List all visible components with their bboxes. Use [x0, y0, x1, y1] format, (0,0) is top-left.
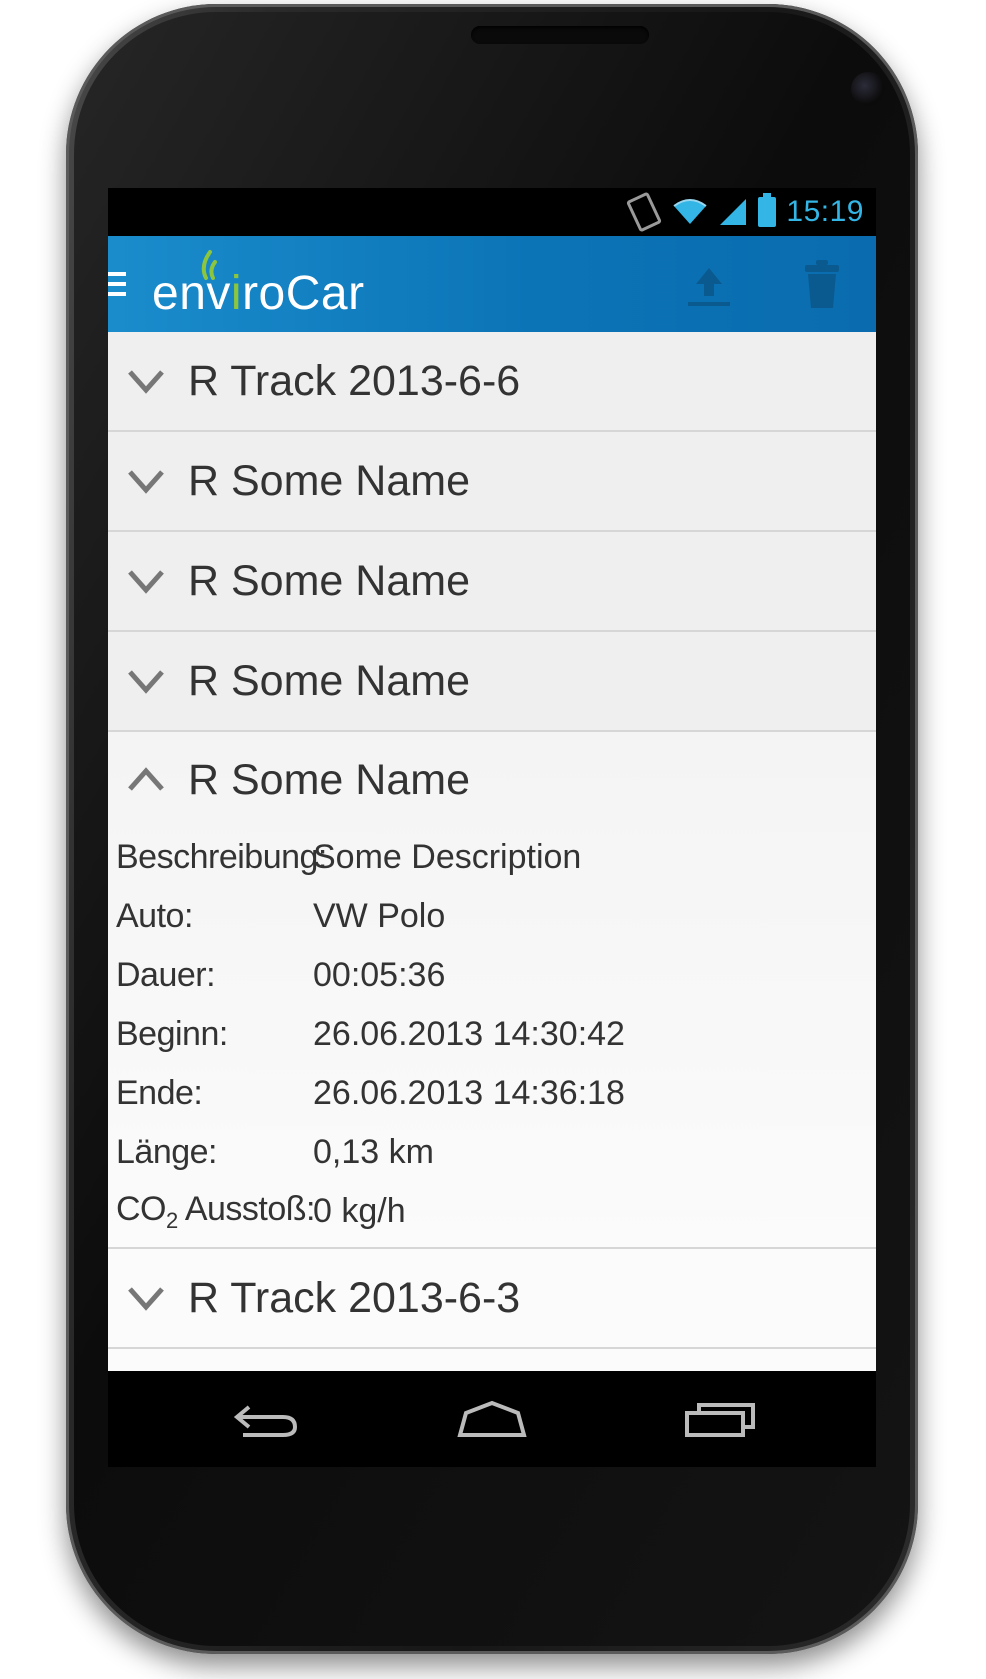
detail-row-description: Beschreibung: Some Description	[116, 828, 876, 887]
detail-label: Beginn:	[116, 1015, 228, 1053]
signal-icon	[720, 199, 747, 225]
screen: 15:19 enviroCar R Track 2013-6-6 R Some …	[108, 188, 876, 1467]
track-title: R Track 2013-6-3	[188, 1273, 521, 1322]
chevron-up-icon	[128, 767, 164, 791]
detail-row-duration: Dauer: 00:05:36	[116, 946, 876, 1005]
detail-row-co2: CO2 Ausstoß: 0 kg/h	[116, 1182, 876, 1241]
detail-value: 0 kg/h	[313, 1192, 406, 1230]
navigation-bar	[108, 1371, 876, 1467]
menu-icon[interactable]	[108, 272, 126, 302]
wifi-icon	[673, 199, 708, 224]
detail-value: VW Polo	[313, 897, 446, 935]
track-row[interactable]: R Track 2013-6-3	[108, 1249, 876, 1349]
recent-apps-icon[interactable]	[685, 1399, 757, 1439]
chevron-down-icon	[128, 1287, 164, 1311]
track-title: R Some Name	[188, 556, 470, 605]
chevron-down-icon	[128, 570, 164, 594]
action-bar: enviroCar	[108, 236, 876, 332]
expanded-track-header[interactable]: R Some Name	[108, 732, 876, 828]
track-title: R Some Name	[188, 656, 470, 705]
back-icon[interactable]	[233, 1401, 299, 1439]
track-list: R Track 2013-6-6 R Some Name R Some Name…	[108, 332, 876, 1409]
track-title: R Track 2013-6-6	[188, 356, 521, 405]
track-row[interactable]: R Track 2013-6-6	[108, 332, 876, 432]
detail-label: Beschreibung:	[116, 838, 327, 876]
status-clock: 15:19	[786, 195, 864, 228]
chevron-down-icon	[128, 670, 164, 694]
logo-text-prefix: env	[152, 267, 231, 320]
logo-text-suffix: roCar	[242, 267, 365, 320]
speaker-grille	[471, 26, 649, 44]
detail-label: Auto:	[116, 897, 193, 935]
detail-row-car: Auto: VW Polo	[116, 887, 876, 946]
detail-label: Ende:	[116, 1074, 203, 1112]
detail-value: Some Description	[313, 838, 582, 876]
detail-label: Dauer:	[116, 956, 216, 994]
detail-row-length: Länge: 0,13 km	[116, 1123, 876, 1182]
track-row[interactable]: R Some Name	[108, 432, 876, 532]
chevron-down-icon	[128, 370, 164, 394]
track-row[interactable]: R Some Name	[108, 532, 876, 632]
detail-value: 0,13 km	[313, 1133, 434, 1171]
status-bar: 15:19	[108, 188, 876, 236]
upload-icon[interactable]	[686, 264, 732, 308]
track-details: Beschreibung: Some Description Auto: VW …	[108, 828, 876, 1247]
detail-value: 26.06.2013 14:30:42	[313, 1015, 625, 1053]
detail-label: Länge:	[116, 1133, 218, 1171]
track-row[interactable]: R Some Name	[108, 632, 876, 732]
detail-value: 00:05:36	[313, 956, 446, 994]
detail-label-co2: CO2 Ausstoß:	[116, 1189, 315, 1233]
track-title: R Some Name	[188, 456, 470, 505]
vibrate-icon	[626, 191, 663, 233]
detail-row-start: Beginn: 26.06.2013 14:30:42	[116, 1005, 876, 1064]
detail-value: 26.06.2013 14:36:18	[313, 1074, 625, 1112]
track-title: R Some Name	[188, 755, 470, 804]
battery-icon	[758, 193, 777, 227]
detail-row-end: Ende: 26.06.2013 14:36:18	[116, 1064, 876, 1123]
app-logo[interactable]: enviroCar	[152, 266, 365, 321]
expanded-track: R Some Name Beschreibung: Some Descripti…	[108, 732, 876, 1249]
trash-icon[interactable]	[804, 258, 840, 310]
logo-text-i: i	[230, 267, 243, 320]
chevron-down-icon	[128, 470, 164, 494]
home-icon[interactable]	[456, 1399, 528, 1439]
front-camera	[851, 72, 885, 106]
